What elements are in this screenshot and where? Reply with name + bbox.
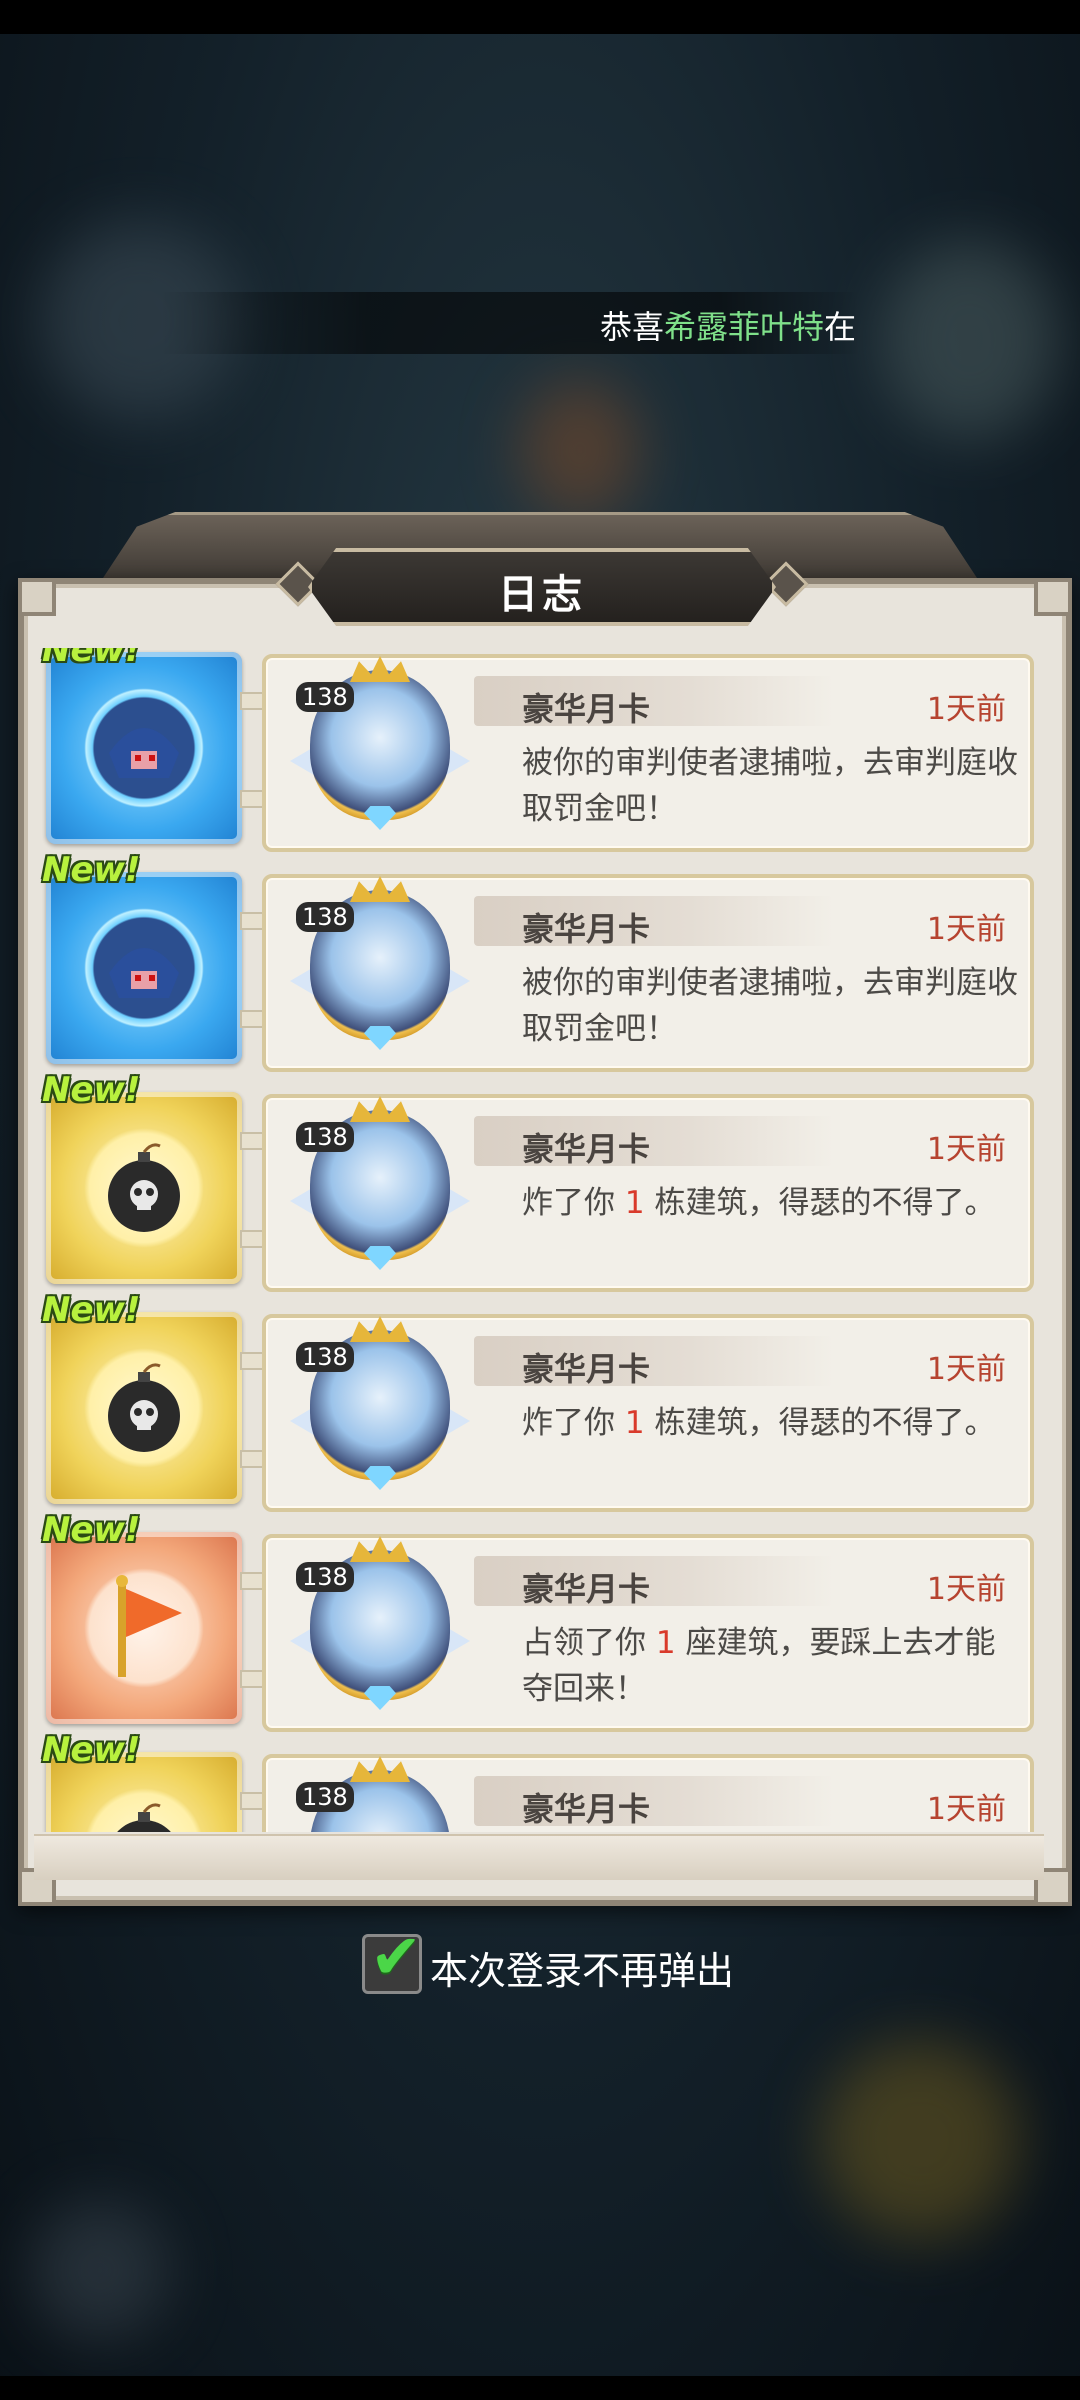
gem-icon xyxy=(364,806,396,830)
player-level: 138 xyxy=(296,1122,354,1152)
checkmark-icon: ✔ xyxy=(370,1920,422,1993)
player-name: 豪华月卡 xyxy=(522,910,651,948)
new-badge: New! xyxy=(42,1070,141,1110)
bomb-icon xyxy=(80,1344,208,1472)
crown-icon xyxy=(350,1096,410,1122)
crown-icon xyxy=(350,1756,410,1782)
player-avatar[interactable]: 138 xyxy=(290,1536,470,1716)
entry-icon-tile xyxy=(46,1532,242,1724)
message-text: 栋建筑，得瑟的不得了。 xyxy=(644,1185,996,1221)
message-text: 炸了你 xyxy=(522,1405,625,1441)
entry-time: 1天前 xyxy=(926,1352,1006,1387)
new-badge: New! xyxy=(42,850,141,890)
blue-knight-icon xyxy=(80,904,208,1032)
player-name: 豪华月卡 xyxy=(522,1130,651,1168)
entry-time: 1天前 xyxy=(926,1132,1006,1167)
crown-icon xyxy=(350,1316,410,1342)
player-avatar[interactable]: 138 xyxy=(290,876,470,1056)
player-level: 138 xyxy=(296,1562,354,1592)
new-badge: New! xyxy=(42,1290,141,1330)
panel-footer-trim xyxy=(34,1834,1044,1880)
flag-icon xyxy=(80,1564,208,1692)
log-entry[interactable]: New! 138 豪华月卡 1天前 被你的审判使者逮捕啦，去审判庭收取罚金吧！ xyxy=(34,850,1042,1072)
entry-icon-tile xyxy=(46,872,242,1064)
message-count: 1 xyxy=(624,1405,645,1441)
ticker-suffix: 在 xyxy=(824,308,857,346)
entry-icon-tile xyxy=(46,1092,242,1284)
message-text: 炸了你 xyxy=(522,1185,625,1221)
navigation-bar xyxy=(0,2376,1080,2400)
background-blur xyxy=(30,2200,170,2340)
crown-icon xyxy=(350,1536,410,1562)
entry-message: 占领了你 1 座建筑，要踩上去才能夺回来！ xyxy=(522,1620,1022,1712)
message-text: 栋建筑，得瑟的不得了。 xyxy=(644,1405,996,1441)
crown-icon xyxy=(350,656,410,682)
player-level: 138 xyxy=(296,682,354,712)
log-entry[interactable]: New! 138 豪华月卡 1天前 炸了你 1 栋建筑，得瑟的不得了。 xyxy=(34,1290,1042,1512)
new-badge: New! xyxy=(42,1510,141,1550)
message-count: 1 xyxy=(624,1185,645,1221)
panel-title: 日志 xyxy=(498,572,586,618)
player-name: 豪华月卡 xyxy=(522,1570,651,1608)
entry-message: 炸了你 1 栋建筑，得瑟的不得了。 xyxy=(522,1400,1022,1446)
player-avatar[interactable]: 138 xyxy=(290,1096,470,1276)
background-blur xyxy=(820,2040,1020,2240)
ticker-player-name: 希露菲叶特 xyxy=(664,308,825,346)
bomb-icon xyxy=(80,1784,208,1832)
bomb-icon xyxy=(80,1124,208,1252)
panel-corner xyxy=(1034,578,1072,616)
entry-icon-tile xyxy=(46,652,242,844)
player-name: 豪华月卡 xyxy=(522,1350,651,1388)
player-level: 138 xyxy=(296,1782,354,1812)
entry-message: 被你的审判使者逮捕啦，去审判庭收取罚金吧！ xyxy=(522,965,1018,1047)
blue-knight-icon xyxy=(80,684,208,812)
entry-time: 1天前 xyxy=(926,912,1006,947)
player-level: 138 xyxy=(296,1342,354,1372)
entry-message: 被你的审判使者逮捕啦，去审判庭收取罚金吧！ xyxy=(522,745,1018,827)
player-avatar[interactable]: 138 xyxy=(290,1316,470,1496)
entry-time: 1天前 xyxy=(926,1572,1006,1607)
panel-title-plate: 日志 xyxy=(308,548,776,626)
entry-message: 炸了你 1 栋建筑，得瑟的不得了。 xyxy=(522,1180,1022,1226)
new-badge: New! xyxy=(42,1730,141,1770)
entry-time: 1天前 xyxy=(926,1792,1006,1827)
background-blur xyxy=(880,240,1060,440)
gem-icon xyxy=(364,1686,396,1710)
log-entry[interactable]: New! 138 豪华月卡 1天前 xyxy=(34,1730,1042,1832)
log-entry[interactable]: New! 138 豪华月卡 1天前 被你的审判使者逮捕啦，去审判庭收取罚金吧！ xyxy=(34,648,1042,852)
status-bar xyxy=(0,0,1080,34)
player-level: 138 xyxy=(296,902,354,932)
player-name: 豪华月卡 xyxy=(522,690,651,728)
log-list[interactable]: New! 138 豪华月卡 1天前 被你的审判使者逮捕啦，去审判庭收取罚金吧！ … xyxy=(34,648,1042,1832)
log-entry[interactable]: New! 138 豪华月卡 1天前 占领了你 1 座建筑，要踩上去才能夺回来！ xyxy=(34,1510,1042,1732)
entry-icon-tile xyxy=(46,1312,242,1504)
crown-icon xyxy=(350,876,410,902)
gem-icon xyxy=(364,1026,396,1050)
log-entry[interactable]: New! 138 豪华月卡 1天前 炸了你 1 栋建筑，得瑟的不得了。 xyxy=(34,1070,1042,1292)
dont-show-again-label[interactable]: 本次登录不再弹出 xyxy=(430,1940,734,1995)
panel-corner xyxy=(18,578,56,616)
message-count: 1 xyxy=(655,1625,676,1661)
ticker-prefix: 恭喜 xyxy=(600,308,665,346)
player-avatar[interactable]: 138 xyxy=(290,656,470,836)
player-avatar[interactable]: 138 xyxy=(290,1756,470,1832)
gem-icon xyxy=(364,1246,396,1270)
gem-icon xyxy=(364,1466,396,1490)
background-blur xyxy=(520,380,640,520)
new-badge: New! xyxy=(42,648,141,670)
entry-time: 1天前 xyxy=(926,692,1006,727)
message-text: 占领了你 xyxy=(522,1625,656,1661)
ticker-text: 恭喜希露菲叶特在 xyxy=(600,302,856,348)
announcement-ticker: 恭喜希露菲叶特在 xyxy=(160,292,860,354)
player-name: 豪华月卡 xyxy=(522,1790,651,1828)
